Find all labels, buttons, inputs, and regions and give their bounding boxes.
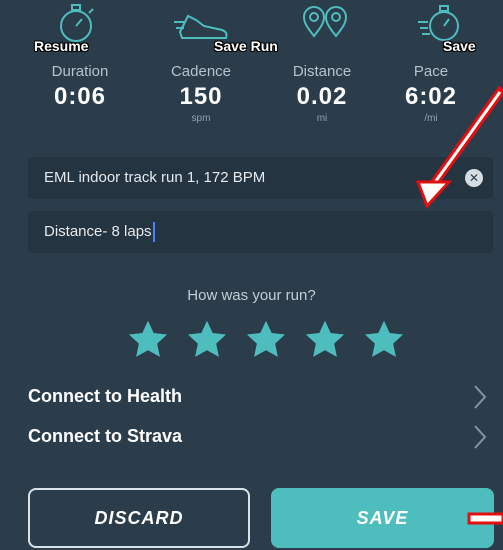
run-summary-screen: Resume Save Run Save Duration 0:06 Caden… — [0, 0, 503, 550]
annotation-overlay — [415, 85, 503, 525]
annotation-marker — [467, 512, 503, 525]
annotation-arrow — [415, 85, 503, 209]
